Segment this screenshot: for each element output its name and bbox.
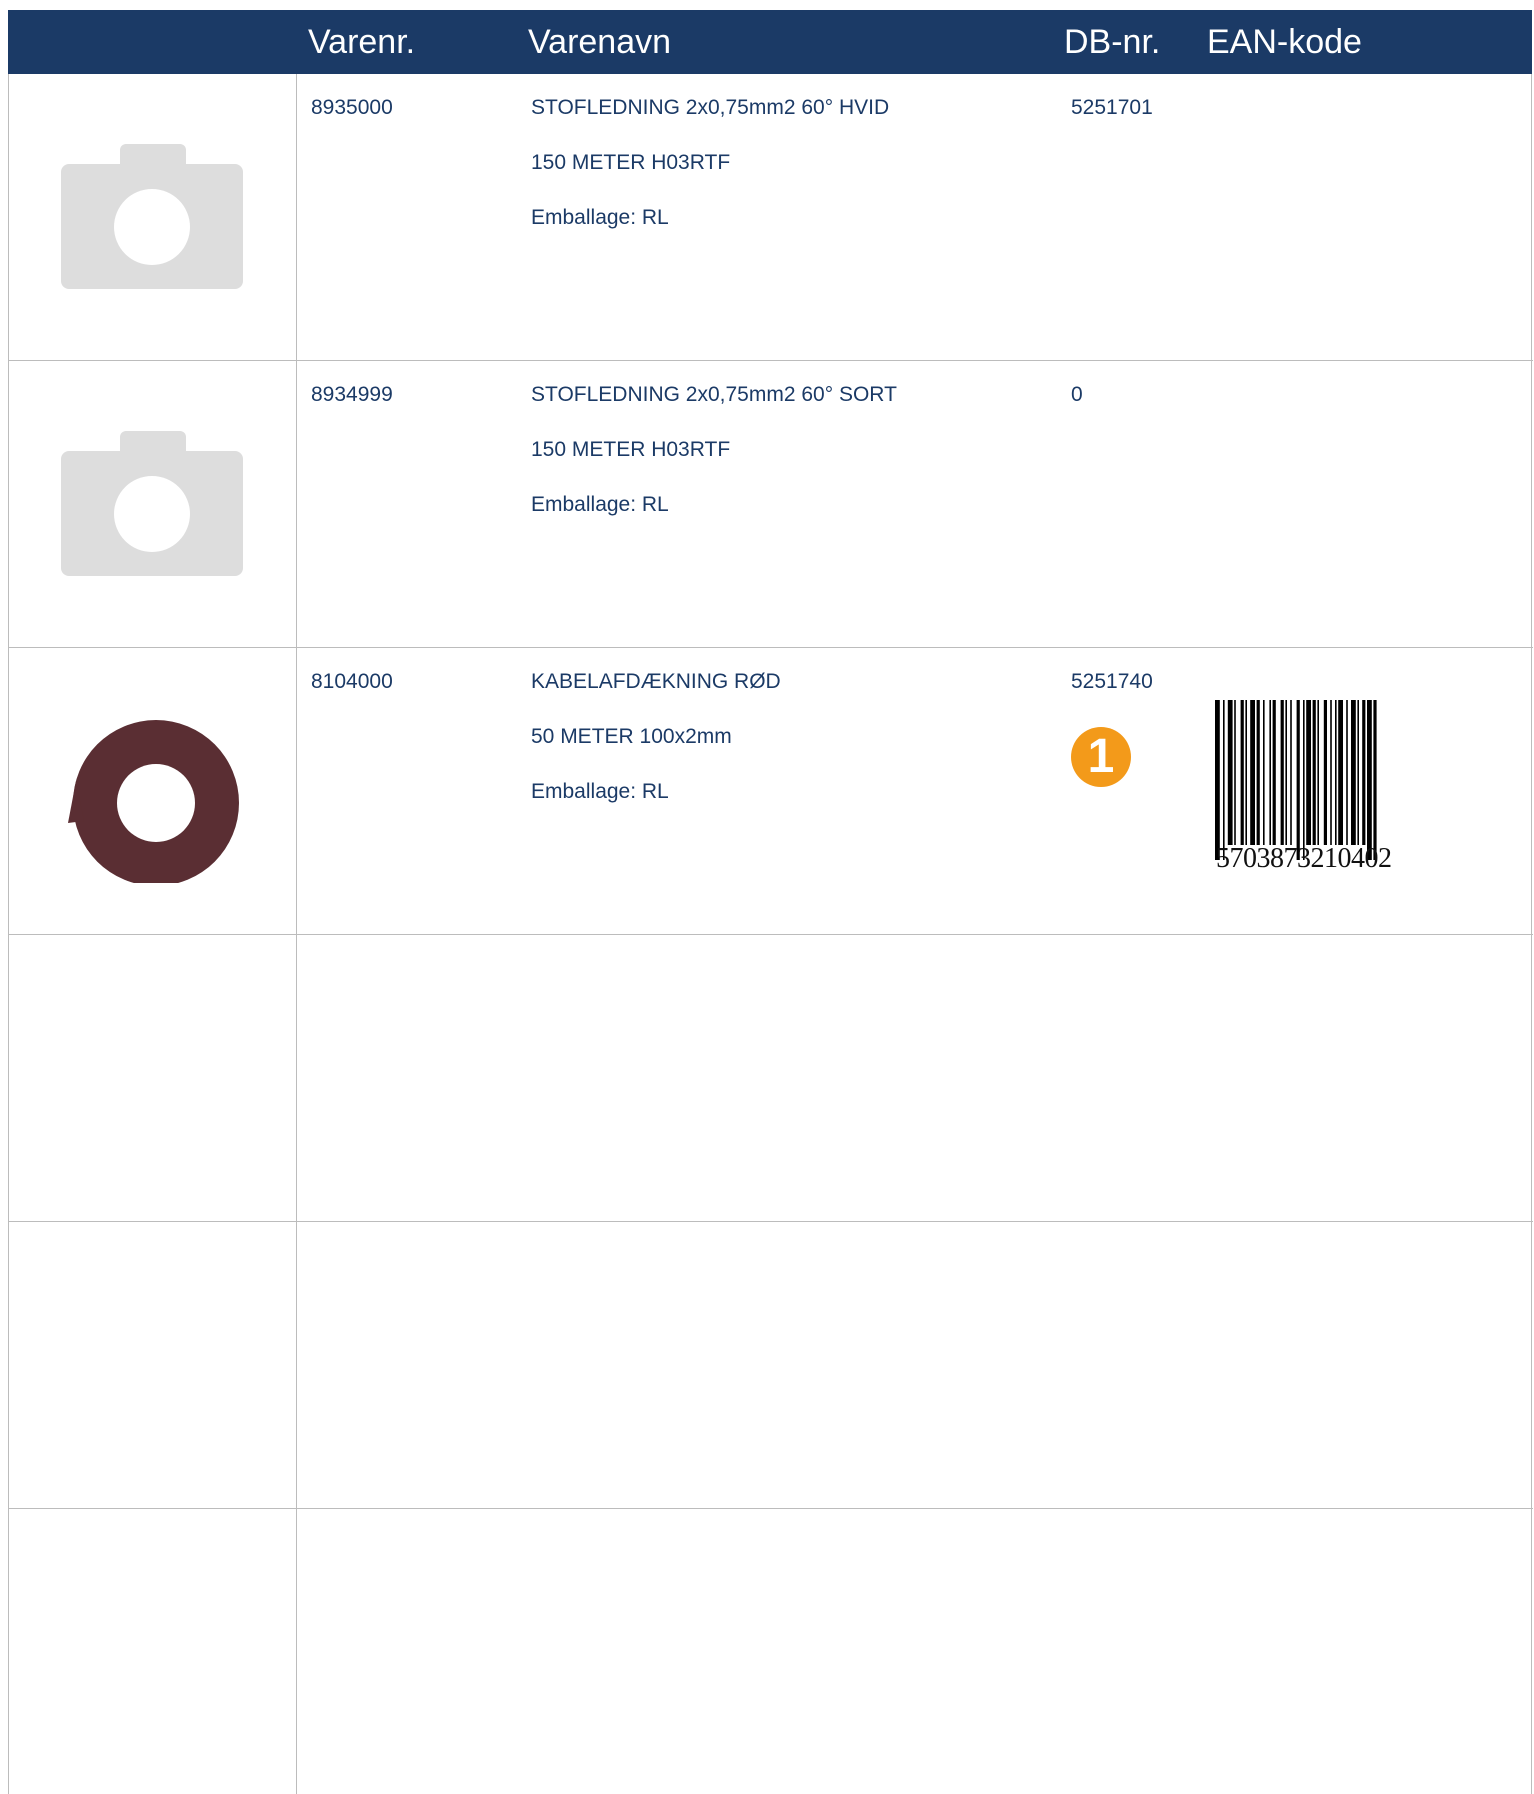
- barcode-bar: [1290, 700, 1292, 845]
- barcode-bar: [1250, 700, 1255, 845]
- barcode-image: [1215, 700, 1377, 860]
- product-dbnr: 5251740: [1071, 670, 1153, 693]
- barcode-bar: [1306, 700, 1311, 845]
- ean-code: 5703873210402: [1216, 843, 1392, 874]
- barcode-bar: [1227, 700, 1233, 845]
- barcode-bar: [1280, 700, 1284, 845]
- barcode-bar: [1312, 700, 1316, 845]
- barcode-bar: [1346, 700, 1348, 845]
- product-dbnr: 0: [1071, 383, 1083, 406]
- barcode-bar: [1240, 700, 1244, 845]
- barcode-bar: [1215, 700, 1220, 860]
- barcode-bar: [1362, 700, 1366, 845]
- barcode-bar: [1351, 700, 1356, 845]
- product-description: 150 METER H03RTF: [531, 438, 731, 461]
- barcode-bar: [1335, 700, 1337, 845]
- product-name: STOFLEDNING 2x0,75mm2 60° SORT: [531, 383, 897, 406]
- product-name: KABELAFDÆKNING RØD: [531, 670, 781, 693]
- product-varenr: 8934999: [311, 383, 393, 406]
- product-dbnr: 5251701: [1071, 96, 1153, 119]
- row-divider: [9, 1508, 1533, 1509]
- product-table: 8935000 STOFLEDNING 2x0,75mm2 60° HVID 1…: [8, 74, 1533, 1794]
- header-dbnr: DB-nr.: [1064, 23, 1161, 61]
- row-divider: [9, 934, 1533, 935]
- product-name: STOFLEDNING 2x0,75mm2 60° HVID: [531, 96, 890, 119]
- cable-cover-roll-image: [68, 720, 239, 883]
- barcode-bar: [1269, 700, 1271, 845]
- barcode-bar: [1330, 700, 1332, 845]
- barcode-bar: [1338, 700, 1343, 845]
- header-varenr: Varenr.: [308, 23, 416, 61]
- product-varenr: 8935000: [311, 96, 393, 119]
- barcode-bar: [1296, 700, 1300, 860]
- camera-placeholder-icon: [61, 144, 243, 289]
- barcode-bar: [1223, 700, 1225, 860]
- table-row: 8934999 STOFLEDNING 2x0,75mm2 60° SORT 1…: [9, 361, 1533, 647]
- table-row: 8935000 STOFLEDNING 2x0,75mm2 60° HVID 1…: [9, 74, 1533, 360]
- product-packaging: Emballage: RL: [531, 206, 669, 229]
- row-divider: [9, 1221, 1533, 1222]
- barcode-bar: [1285, 700, 1287, 845]
- barcode-bar: [1303, 700, 1305, 860]
- barcode-bar: [1317, 700, 1319, 845]
- barcode-bar: [1234, 700, 1236, 845]
- product-packaging: Emballage: RL: [531, 780, 669, 803]
- barcode-bar: [1323, 700, 1327, 845]
- header-ean: EAN-kode: [1207, 23, 1362, 61]
- header-varenavn: Varenavn: [528, 23, 672, 61]
- table-header: Varenr. Varenavn DB-nr. EAN-kode: [8, 10, 1532, 74]
- barcode-bar: [1263, 700, 1265, 845]
- barcode-bar: [1272, 700, 1276, 845]
- barcode-bar: [1357, 700, 1359, 845]
- barcode-bar: [1367, 700, 1372, 860]
- product-varenr: 8104000: [311, 670, 393, 693]
- barcode-bar: [1245, 700, 1247, 845]
- barcode-bar: [1373, 700, 1377, 860]
- product-packaging: Emballage: RL: [531, 493, 669, 516]
- product-description: 150 METER H03RTF: [531, 151, 731, 174]
- number-badge: 1: [1071, 727, 1131, 787]
- camera-placeholder-icon: [61, 431, 243, 576]
- product-list-page: Varenr. Varenavn DB-nr. EAN-kode 8935000…: [8, 10, 1533, 1794]
- product-description: 50 METER 100x2mm: [531, 725, 732, 748]
- barcode-bar: [1256, 700, 1260, 845]
- table-row: 8104000 KABELAFDÆKNING RØD 50 METER 100x…: [9, 648, 1533, 934]
